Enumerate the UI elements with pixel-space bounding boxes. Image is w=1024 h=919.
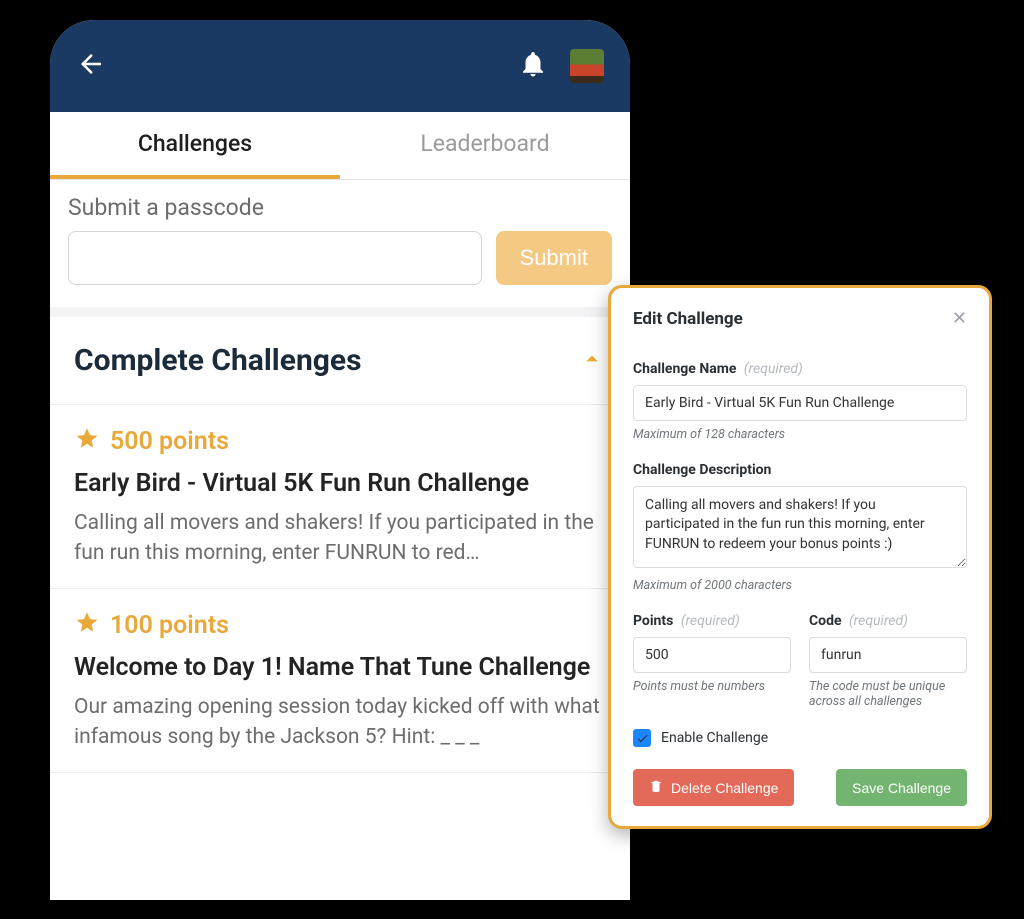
name-helper: Maximum of 128 characters [633,427,967,442]
passcode-label: Submit a passcode [68,194,612,221]
points-label: Points (required) [633,613,791,629]
code-field[interactable] [809,637,967,673]
save-challenge-button[interactable]: Save Challenge [836,769,967,806]
back-arrow-icon[interactable] [76,49,106,83]
edit-challenge-panel: Edit Challenge ✕ Challenge Name (require… [608,285,992,829]
list-item[interactable]: 100 points Welcome to Day 1! Name That T… [50,589,630,773]
trash-icon [649,779,663,796]
bell-icon[interactable] [518,49,548,83]
passcode-section: Submit a passcode Submit [50,180,630,307]
enable-label: Enable Challenge [661,730,768,746]
tab-challenges[interactable]: Challenges [50,112,340,179]
section-title: Complete Challenges [74,343,362,378]
challenge-title: Early Bird - Virtual 5K Fun Run Challeng… [74,468,606,499]
challenge-desc: Our amazing opening session today kicked… [74,693,606,752]
panel-title: Edit Challenge [633,309,743,329]
star-icon [74,425,100,458]
points-helper: Points must be numbers [633,679,791,694]
challenge-desc: Calling all movers and shakers! If you p… [74,509,606,568]
section-separator [50,307,630,317]
avatar[interactable] [570,49,604,83]
app-header [50,20,630,112]
submit-button[interactable]: Submit [496,231,612,285]
tab-bar: Challenges Leaderboard [50,112,630,180]
list-item[interactable]: 500 points Early Bird - Virtual 5K Fun R… [50,405,630,589]
points-field[interactable] [633,637,791,673]
phone-frame: Challenges Leaderboard Submit a passcode… [50,20,630,900]
challenge-desc-field[interactable] [633,486,967,568]
star-icon [74,609,100,642]
challenge-name-field[interactable] [633,385,967,421]
enable-challenge-checkbox[interactable]: Enable Challenge [633,729,967,747]
code-helper: The code must be unique across all chall… [809,679,967,709]
checkbox-checked-icon [633,729,651,747]
passcode-input[interactable] [68,231,482,285]
points-label: 100 points [110,611,229,640]
name-label: Challenge Name (required) [633,361,967,377]
chevron-up-icon [578,345,606,377]
delete-challenge-button[interactable]: Delete Challenge [633,769,794,806]
tab-leaderboard[interactable]: Leaderboard [340,112,630,179]
desc-helper: Maximum of 2000 characters [633,578,967,593]
challenge-title: Welcome to Day 1! Name That Tune Challen… [74,652,606,683]
desc-label: Challenge Description [633,462,967,478]
code-label: Code (required) [809,613,967,629]
close-icon[interactable]: ✕ [952,308,967,329]
collapsible-header[interactable]: Complete Challenges [50,317,630,405]
points-label: 500 points [110,427,229,456]
